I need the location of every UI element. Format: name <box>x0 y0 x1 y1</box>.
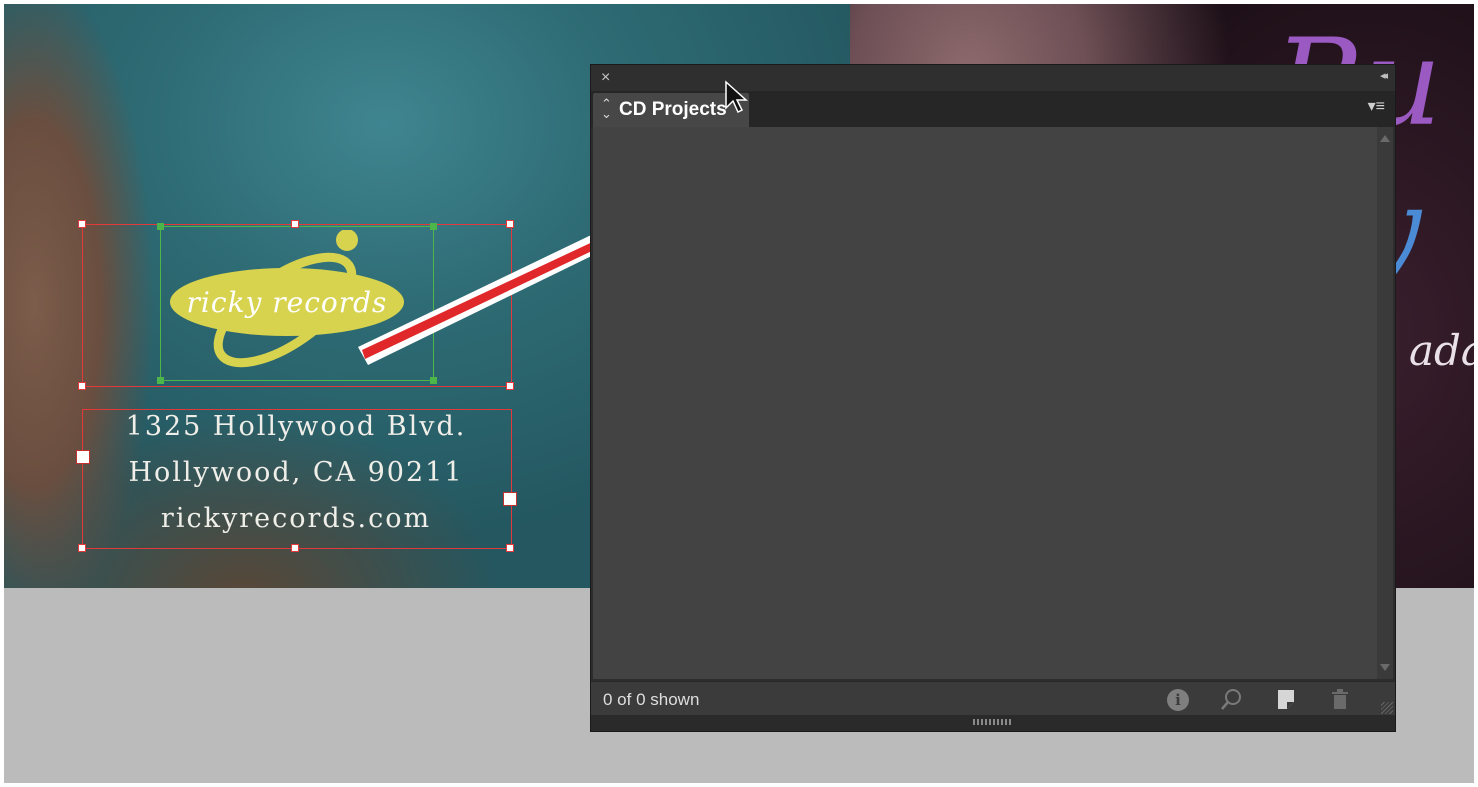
item-count-status: 0 of 0 shown <box>603 690 700 709</box>
trash-icon[interactable] <box>1327 686 1353 712</box>
mouse-cursor-icon <box>725 80 748 114</box>
new-snippet-icon[interactable] <box>1273 686 1299 712</box>
resize-grip-icon[interactable] <box>1381 702 1393 714</box>
close-icon[interactable]: × <box>601 68 610 88</box>
selection-handle[interactable] <box>78 220 86 228</box>
selection-handle[interactable] <box>157 377 164 384</box>
panel-tab-bar: ⌃ ⌄ CD Projects ▾≡ <box>591 91 1395 127</box>
selection-handle[interactable] <box>291 220 299 228</box>
selection-handle[interactable] <box>506 544 514 552</box>
panel-footer: 0 of 0 shown i <box>591 681 1395 716</box>
panel-menu-icon[interactable]: ▾≡ <box>1368 99 1385 115</box>
library-content-area[interactable] <box>593 127 1377 679</box>
tab-label: CD Projects <box>619 99 727 120</box>
selection-handle[interactable] <box>291 544 299 552</box>
scroll-up-arrow-icon[interactable] <box>1380 135 1390 142</box>
selection-handle[interactable] <box>430 377 437 384</box>
collapse-panel-icon[interactable]: ◂◂ <box>1380 69 1388 82</box>
address-text[interactable]: 1325 Hollywood Blvd. Hollywood, CA 90211… <box>84 404 508 542</box>
panel-title-bar[interactable]: × ◂◂ <box>591 65 1395 91</box>
selection-handle[interactable] <box>78 544 86 552</box>
scroll-down-arrow-icon[interactable] <box>1380 664 1390 671</box>
selection-handle[interactable] <box>157 223 164 230</box>
selection-handle[interactable] <box>78 382 86 390</box>
address-line: rickyrecords.com <box>160 503 432 534</box>
panel-bottom-grip[interactable] <box>591 715 1395 731</box>
grip-dots-icon <box>973 719 1013 725</box>
tab-expand-icon: ⌃ ⌄ <box>601 96 612 121</box>
selection-handle[interactable] <box>506 382 514 390</box>
out-port-handle[interactable] <box>503 492 517 506</box>
info-icon[interactable]: i <box>1165 686 1191 712</box>
cd-projects-panel: × ◂◂ ⌃ ⌄ CD Projects ▾≡ 0 of 0 shown i <box>590 64 1396 732</box>
in-port-handle[interactable] <box>76 450 90 464</box>
vertical-scrollbar[interactable] <box>1377 127 1393 679</box>
address-line: Hollywood, CA 90211 <box>128 457 464 488</box>
search-icon[interactable] <box>1219 686 1245 712</box>
script-text-fragment: ada <box>1409 326 1474 375</box>
address-line: 1325 Hollywood Blvd. <box>125 411 467 442</box>
